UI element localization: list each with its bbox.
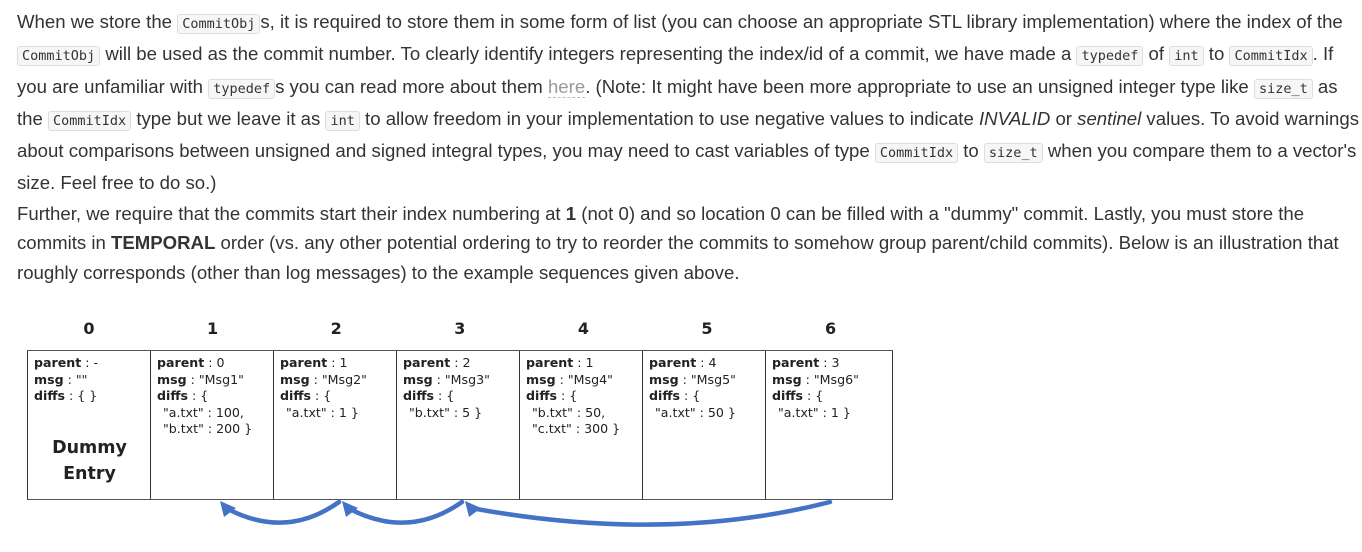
arrow-head-icon <box>465 501 481 517</box>
code-commitidx: CommitIdx <box>874 143 959 164</box>
typedef-reference-link[interactable]: here <box>547 75 586 98</box>
code-typedef: typedef <box>208 78 276 99</box>
text: or <box>1050 107 1078 129</box>
code-size-t: size_t <box>1253 78 1313 99</box>
bold-temporal: TEMPORAL <box>111 232 216 254</box>
parent-arrow-6-to-3 <box>468 499 833 527</box>
parent-arrow-2-to-1 <box>223 499 342 525</box>
text: to <box>1203 43 1230 65</box>
text: s, it is required to store them in some … <box>260 11 1343 32</box>
text: s you can read more about them <box>275 75 548 97</box>
code-commitobj: CommitObj <box>17 46 101 67</box>
code-commitobj: CommitObj <box>177 14 261 34</box>
emphasis-sentinel: sentinel <box>1077 107 1142 129</box>
emphasis-invalid: INVALID <box>978 107 1051 129</box>
code-commitidx: CommitIdx <box>1229 46 1313 67</box>
parent-arrows <box>220 499 833 527</box>
parent-arrow-3-to-2 <box>345 499 465 525</box>
paragraph-temporal-order: Further, we require that the commits sta… <box>17 199 1362 287</box>
arrow-head-icon <box>220 501 236 517</box>
text: will be used as the commit number. To cl… <box>100 43 1077 65</box>
text: . (Note: It might have been more appropr… <box>585 75 1254 97</box>
text: of <box>1143 43 1170 65</box>
text: type but we leave it as <box>131 107 326 129</box>
code-size-t: size_t <box>983 143 1043 164</box>
text: to allow freedom in your implementation … <box>359 107 979 129</box>
text: Further, we require that the commits sta… <box>17 203 566 224</box>
paragraph-commit-storage: When we store the CommitObj s, it is requ… <box>17 7 1362 198</box>
commit-list-diagram: 0123456 parent : - msg : "" diffs : { } Dum… <box>27 312 893 552</box>
code-int: int <box>1169 46 1204 67</box>
code-int: int <box>325 110 360 131</box>
code-typedef: typedef <box>1076 46 1144 67</box>
arrow-head-icon <box>342 501 358 517</box>
text: When we store the <box>17 11 178 32</box>
code-commitidx: CommitIdx <box>48 110 132 131</box>
text: to <box>958 140 984 162</box>
bold-one: 1 <box>565 203 577 224</box>
text: order (vs. any other potential ordering … <box>17 232 1339 283</box>
